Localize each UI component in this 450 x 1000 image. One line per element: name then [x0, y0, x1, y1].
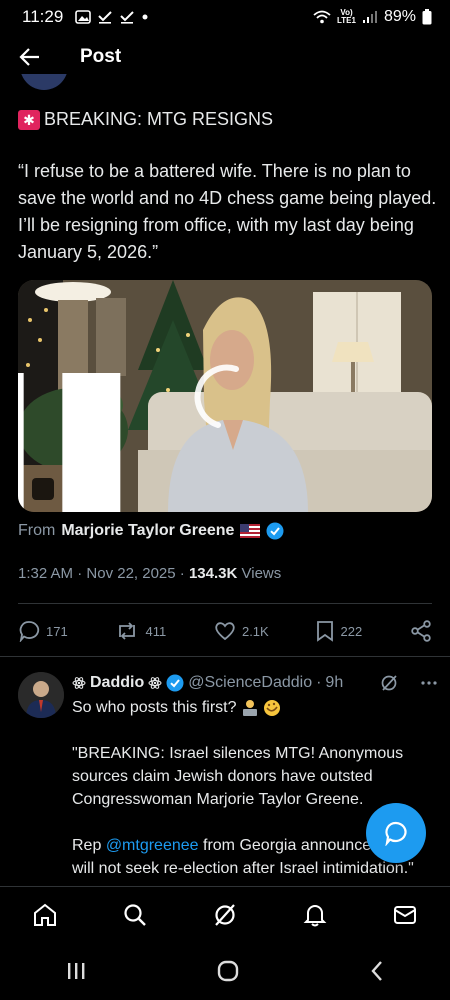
- divider: [0, 656, 450, 657]
- status-bar: 11:29 Vo) LTE1 89%: [0, 0, 450, 34]
- download-done-icon-2: [119, 10, 135, 24]
- share-icon: [410, 620, 432, 642]
- post-date: Nov 22, 2025: [86, 565, 176, 582]
- reply-header: Daddio @ScienceDaddio · 9h: [72, 672, 438, 694]
- chat-bubble-icon: [383, 820, 409, 846]
- status-bar-left: 11:29: [22, 7, 149, 27]
- comment-icon: [18, 620, 40, 642]
- reply-age: 9h: [325, 674, 344, 691]
- reply-paragraph-2: "BREAKING: Israel silences MTG! Anonymou…: [72, 745, 404, 808]
- compose-reply-button[interactable]: [366, 803, 426, 863]
- page-title: Post: [80, 46, 122, 67]
- reply-para3-prefix: Rep: [72, 837, 102, 854]
- like-button[interactable]: 2.1K: [214, 621, 269, 641]
- repost-count: 411: [145, 623, 167, 639]
- heart-icon: [214, 621, 236, 641]
- back-chevron-icon[interactable]: [369, 960, 385, 982]
- grok-icon[interactable]: [212, 902, 238, 928]
- notifications-icon[interactable]: [302, 902, 328, 928]
- system-nav-bar: [0, 942, 450, 1000]
- post-headline: ✱ BREAKING: MTG RESIGNS: [18, 106, 438, 133]
- post-time: 1:32 AM: [18, 565, 74, 582]
- pause-button[interactable]: [18, 373, 121, 512]
- share-button[interactable]: [410, 620, 432, 642]
- reply-separator: ·: [316, 674, 322, 691]
- notification-dot-icon: [141, 13, 149, 21]
- signal-icon: [362, 10, 378, 24]
- repost-button[interactable]: 411: [115, 620, 166, 642]
- divider: [18, 603, 432, 604]
- from-prefix: From: [18, 522, 56, 539]
- arrow-left-icon: [19, 46, 41, 68]
- from-attribution[interactable]: From Marjorie Taylor Greene: [18, 522, 284, 540]
- reply-button[interactable]: 171: [18, 620, 68, 642]
- mention-link[interactable]: @mtgreenee: [106, 837, 199, 854]
- post-meta: 1:32 AM · Nov 22, 2025 · 134.3K Views: [18, 565, 282, 582]
- network-type-label: Vo) LTE1: [337, 9, 356, 25]
- like-count: 2.1K: [241, 623, 269, 639]
- avatar[interactable]: [18, 672, 64, 718]
- home-icon[interactable]: [32, 902, 58, 928]
- status-time: 11:29: [22, 7, 64, 26]
- home-circle-icon[interactable]: [216, 960, 240, 982]
- reply-count: 171: [46, 623, 68, 639]
- verified-badge-icon: [266, 522, 284, 540]
- status-bar-right: Vo) LTE1 89%: [313, 8, 432, 26]
- bookmark-button[interactable]: 222: [316, 620, 362, 642]
- reply-line-1: So who posts this first?: [72, 696, 432, 719]
- battery-percent: 89%: [383, 8, 416, 25]
- author-avatar[interactable]: [20, 74, 68, 90]
- rolling-laughing-emoji-icon: [263, 699, 281, 717]
- post-actions: 171 411 2.1K 222: [18, 616, 432, 646]
- views-label: Views: [241, 565, 282, 582]
- from-name[interactable]: Marjorie Taylor Greene: [61, 522, 234, 540]
- download-done-icon: [97, 10, 113, 24]
- bookmark-count: 222: [340, 623, 363, 639]
- verified-badge-icon: [166, 674, 184, 692]
- gallery-notification-icon: [75, 10, 92, 24]
- atom-icon: [148, 676, 162, 690]
- wifi-icon: [313, 10, 331, 24]
- battery-icon: [422, 9, 432, 25]
- post-text: ✱ BREAKING: MTG RESIGNS “I refuse to be …: [18, 106, 438, 266]
- bottom-nav: [0, 886, 450, 943]
- network-lte-label: LTE1: [337, 16, 356, 25]
- search-icon[interactable]: [122, 902, 148, 928]
- reply-author-handle[interactable]: @ScienceDaddio: [188, 674, 312, 692]
- reply-line-1-text: So who posts this first?: [72, 699, 237, 716]
- post-headline-text: BREAKING: MTG RESIGNS: [44, 109, 274, 129]
- post-quote: “I refuse to be a battered wife. There i…: [18, 161, 437, 262]
- more-options-icon[interactable]: [420, 680, 438, 686]
- post-video[interactable]: [18, 280, 432, 512]
- views-count: 134.3K: [188, 565, 238, 582]
- atom-icon: [72, 676, 86, 690]
- repost-icon: [115, 620, 139, 642]
- messages-icon[interactable]: [392, 902, 418, 928]
- reply-author-name[interactable]: Daddio: [90, 674, 144, 692]
- bookmark-icon: [316, 620, 334, 642]
- siren-emoji-icon: ✱: [18, 109, 40, 130]
- us-flag-icon: [240, 524, 261, 538]
- grok-icon[interactable]: [380, 674, 398, 692]
- pause-icon: [18, 373, 250, 512]
- person-laptop-emoji-icon: [241, 699, 259, 717]
- recents-icon[interactable]: [65, 961, 87, 981]
